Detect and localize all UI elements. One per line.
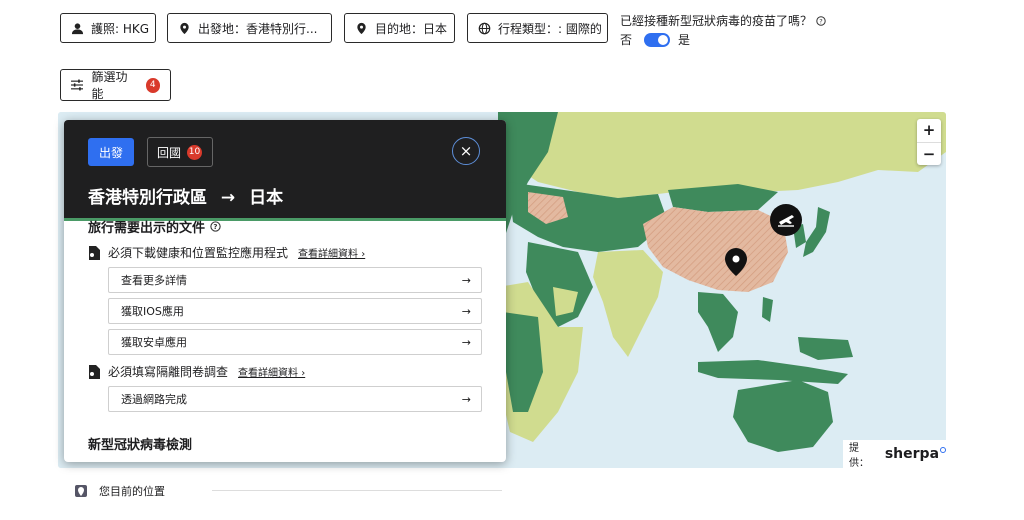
vaccination-question: 已經接種新型冠狀病毒的疫苗了嗎？ ?	[620, 12, 826, 29]
toggle-no-label: 否	[620, 33, 633, 47]
zoom-out-button[interactable]: −	[917, 143, 941, 166]
route-from: 香港特別行政區	[88, 188, 207, 208]
help-icon[interactable]: ?	[816, 15, 826, 26]
option-label: 透過網路完成	[121, 393, 187, 406]
filter-button[interactable]: 篩選功能 4	[60, 69, 171, 101]
requirement-app-details-link[interactable]: 查看詳細資料 ›	[298, 245, 365, 260]
zoom-in-button[interactable]: +	[917, 119, 941, 143]
travel-info-panel: 出發 回國 10 × 香港特別行政區 → 日本 旅行需要出示的文件 ? 必須下載…	[64, 120, 506, 462]
requirement-quarantine-details-link[interactable]: 查看詳細資料 ›	[238, 364, 305, 379]
filter-label: 篩選功能	[91, 70, 128, 101]
depart-tab[interactable]: 出發	[88, 138, 134, 166]
route-to: 日本	[249, 188, 284, 208]
map-attribution: 提供： sherpa	[843, 440, 946, 469]
close-icon[interactable]: ×	[452, 137, 480, 165]
destination-chip[interactable]: 目的地：日本	[344, 13, 455, 43]
route-title: 香港特別行政區 → 日本	[88, 183, 283, 208]
destination-map-pin[interactable]	[770, 204, 802, 236]
panel-header: 出發 回國 10 × 香港特別行政區 → 日本	[64, 120, 506, 221]
destination-label: 目的地：日本	[375, 21, 448, 36]
sliders-icon	[71, 79, 84, 91]
option-android-app[interactable]: 獲取安卓應用 →	[108, 329, 482, 355]
attribution-prefix: 提供：	[849, 443, 869, 469]
sherpa-logo[interactable]: sherpa	[885, 446, 939, 462]
option-label: 獲取IOS應用	[121, 305, 184, 318]
arrow-right-icon: →	[461, 392, 471, 406]
svg-text:?: ?	[213, 222, 217, 231]
document-icon	[89, 245, 100, 260]
current-location-label: 您目前的位置	[99, 485, 165, 498]
option-label: 獲取安卓應用	[121, 336, 187, 349]
toggle-yes-label: 是	[678, 33, 691, 47]
return-tab[interactable]: 回國 10	[147, 137, 213, 167]
requirement-app: 必須下載健康和位置監控應用程式 查看詳細資料 ›	[88, 244, 365, 261]
trip-type-chip[interactable]: 行程類型：: 國際的	[467, 13, 608, 43]
option-more-details[interactable]: 查看更多詳情 →	[108, 267, 482, 293]
passport-chip[interactable]: 護照: HKG	[60, 13, 156, 43]
vaccination-toggle-row: 否 是	[620, 31, 690, 48]
documents-title: 旅行需要出示的文件 ?	[88, 217, 221, 236]
passport-label: 護照: HKG	[91, 21, 150, 36]
option-online[interactable]: 透過網路完成 →	[108, 386, 482, 412]
divider	[212, 490, 502, 491]
covid-test-title: 新型冠狀病毒檢測	[88, 438, 193, 453]
location-marker-icon	[75, 485, 87, 497]
arrow-right-icon: →	[461, 273, 471, 287]
document-icon	[89, 364, 100, 379]
help-icon[interactable]: ?	[210, 221, 221, 232]
sherpa-logo-dot-icon	[940, 447, 946, 453]
return-tab-label: 回國	[157, 145, 182, 160]
filter-count-badge: 4	[145, 77, 160, 93]
route-arrow: →	[220, 188, 236, 208]
requirement-quarantine-text: 必須填寫隔離問卷調查	[108, 365, 229, 379]
origin-label: 出發地：香港特別行...	[198, 21, 318, 36]
requirement-app-text: 必須下載健康和位置監控應用程式	[108, 246, 289, 260]
current-location-legend: 您目前的位置	[75, 483, 165, 499]
globe-icon	[478, 22, 491, 34]
vaccination-toggle[interactable]	[644, 32, 671, 47]
vaccination-question-text: 已經接種新型冠狀病毒的疫苗了嗎？	[620, 14, 813, 28]
origin-chip[interactable]: 出發地：香港特別行...	[167, 13, 332, 43]
option-ios-app[interactable]: 獲取IOS應用 →	[108, 298, 482, 324]
arrow-right-icon: →	[461, 335, 471, 349]
location-pin-icon	[357, 22, 366, 34]
return-count-badge: 10	[187, 144, 203, 160]
location-pin-icon	[180, 22, 189, 34]
requirement-quarantine: 必須填寫隔離問卷調查 查看詳細資料 ›	[88, 363, 305, 380]
trip-type-label: 行程類型：: 國際的	[498, 21, 602, 36]
person-icon	[71, 22, 84, 34]
documents-title-text: 旅行需要出示的文件	[88, 221, 206, 236]
map-zoom-controls: + −	[917, 119, 941, 165]
option-label: 查看更多詳情	[121, 274, 187, 287]
svg-text:?: ?	[819, 17, 822, 25]
arrow-right-icon: →	[461, 304, 471, 318]
